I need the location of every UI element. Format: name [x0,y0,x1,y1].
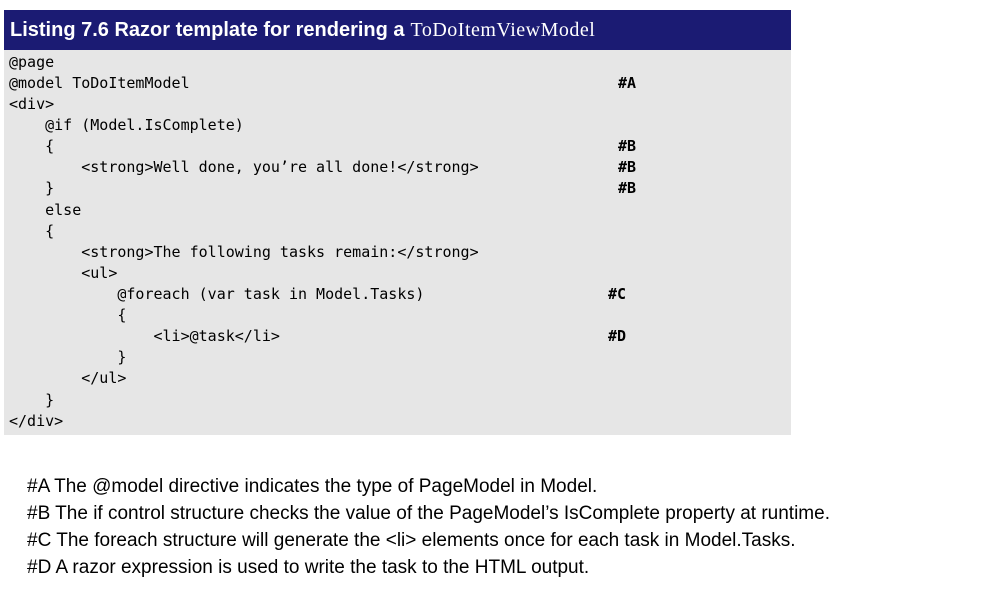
annotation-marker: #A [618,74,637,92]
annotation-marker: #C [608,285,627,303]
code-line: @foreach (var task in Model.Tasks) [9,285,425,303]
code-line: } [9,179,55,197]
code-line: @page [9,53,55,71]
code-line: { [9,306,127,324]
code-line: <ul> [9,264,118,282]
note-c: #C The foreach structure will generate t… [27,530,796,551]
code-line: <strong>The following tasks remain:</str… [9,243,479,261]
code-line: @if (Model.IsComplete) [9,116,244,134]
note-d: #D A razor expression is used to write t… [27,557,590,578]
listing-title-code: ToDoItemViewModel [410,18,596,41]
code-line: <li>@task</li> [9,327,280,345]
code-line: else [9,201,82,219]
note-b: #B The if control structure checks the v… [27,503,830,524]
code-block: @page @model ToDoItemModel <div> @if (Mo… [4,50,791,435]
code-line: { [9,137,55,155]
code-line: { [9,222,55,240]
annotation-marker: #B [618,137,637,155]
code-line: } [9,348,127,366]
note-a: #A The @model directive indicates the ty… [27,476,598,497]
listing-title-bar: Listing 7.6 Razor template for rendering… [4,10,791,50]
annotation-marker: #B [618,179,637,197]
listing-title: Listing 7.6 Razor template for rendering… [10,18,405,41]
code-line: <div> [9,95,55,113]
annotation-marker: #B [618,158,637,176]
code-line: </ul> [9,369,127,387]
annotation-marker: #D [608,327,627,345]
annotation-notes: #A The @model directive indicates the ty… [27,473,967,581]
code-line: @model ToDoItemModel [9,74,190,92]
code-line: </div> [9,412,64,430]
code-line: } [9,391,55,409]
code-line: <strong>Well done, you’re all done!</str… [9,158,479,176]
